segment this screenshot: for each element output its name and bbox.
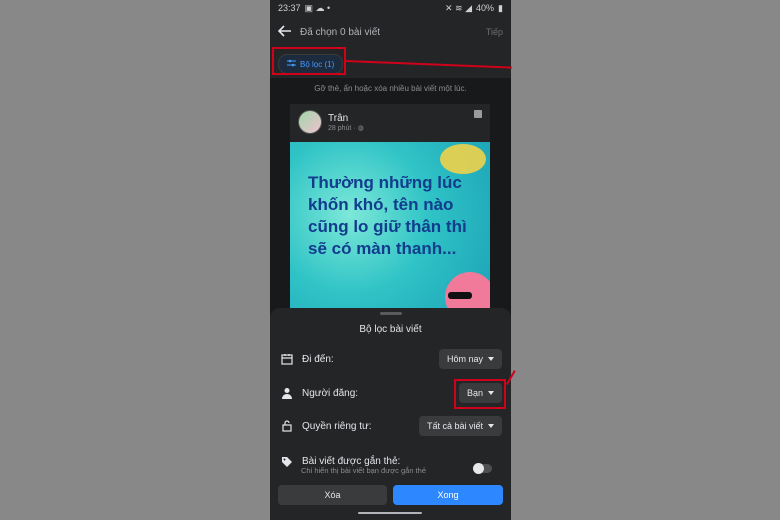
signal-icons: ✕ ≋ ◢ <box>445 2 473 13</box>
hint-text: Gỡ thẻ, ẩn hoặc xóa nhiều bài viết một l… <box>314 84 467 93</box>
caret-down-icon <box>488 424 494 428</box>
privacy-dropdown[interactable]: Tất cả bài viết <box>418 416 502 436</box>
sheet-drag-handle[interactable] <box>380 312 402 315</box>
decor-sunglasses <box>448 292 472 299</box>
toggle-knob <box>473 463 484 474</box>
post-time: 28 phút · ◍ <box>328 124 364 132</box>
post-select-checkbox[interactable] <box>474 110 482 118</box>
home-gesture-pill[interactable] <box>358 512 422 514</box>
calendar-icon <box>280 352 294 366</box>
battery-icon: ▮ <box>498 2 503 13</box>
person-icon <box>280 386 294 400</box>
app-bar: Đã chọn 0 bài viết Tiếp <box>270 16 511 48</box>
post-image: Thường những lúc khốn khó, tên nào cũng … <box>290 142 490 324</box>
filter-row-goto: Đi đến: Hôm nay <box>280 349 502 369</box>
battery-level: 40% <box>476 3 495 13</box>
unlock-icon <box>280 419 294 433</box>
tagged-toggle[interactable] <box>473 463 492 474</box>
author-value: Bạn <box>466 388 483 398</box>
back-arrow-icon[interactable] <box>277 24 292 40</box>
goto-value: Hôm nay <box>446 354 483 364</box>
filter-sliders-icon <box>287 59 296 69</box>
author-dropdown[interactable]: Bạn <box>458 383 502 403</box>
privacy-value: Tất cả bài viết <box>426 421 483 431</box>
sheet-title: Bộ lọc bài viết <box>359 324 422 335</box>
next-button[interactable]: Tiếp <box>486 27 503 37</box>
caret-down-icon <box>488 391 494 395</box>
tagged-sublabel: Chỉ hiển thị bài viết bạn được gắn thẻ <box>301 466 427 475</box>
notification-icons: ▣ ☁ • <box>304 2 331 13</box>
post-author: Trân <box>328 112 349 124</box>
globe-icon: ◍ <box>357 124 364 132</box>
privacy-label: Quyền riêng tư: <box>302 420 372 432</box>
done-button[interactable]: Xong <box>393 485 503 505</box>
filter-chip[interactable]: Bộ lọc (1) <box>278 54 344 74</box>
goto-label: Đi đến: <box>302 353 334 365</box>
filter-row-author: Người đăng: Bạn <box>280 383 502 403</box>
system-nav-bar <box>270 508 511 520</box>
decor-float <box>440 144 486 174</box>
post-card[interactable]: Trân 28 phút · ◍ Thường những lúc khốn k… <box>290 104 490 324</box>
goto-dropdown[interactable]: Hôm nay <box>438 349 502 369</box>
post-image-text: Thường những lúc khốn khó, tên nào cũng … <box>308 173 467 259</box>
delete-button[interactable]: Xóa <box>278 485 387 505</box>
avatar <box>298 110 322 134</box>
filter-chip-label: Bộ lọc (1) <box>300 59 335 69</box>
author-label: Người đăng: <box>302 387 359 399</box>
status-time: 23:37 <box>278 3 301 13</box>
caret-down-icon <box>488 357 494 361</box>
page-title: Đã chọn 0 bài viết <box>300 26 381 38</box>
status-bar: 23:37 ▣ ☁ • ✕ ≋ ◢ 40% ▮ <box>270 0 511 16</box>
filter-row-privacy: Quyền riêng tư: Tất cả bài viết <box>280 416 502 436</box>
tag-icon <box>280 455 294 469</box>
phone-screen: 23:37 ▣ ☁ • ✕ ≋ ◢ 40% ▮ Đã chọn 0 bài vi… <box>270 0 511 520</box>
post-header: Trân 28 phút · ◍ <box>298 110 364 134</box>
